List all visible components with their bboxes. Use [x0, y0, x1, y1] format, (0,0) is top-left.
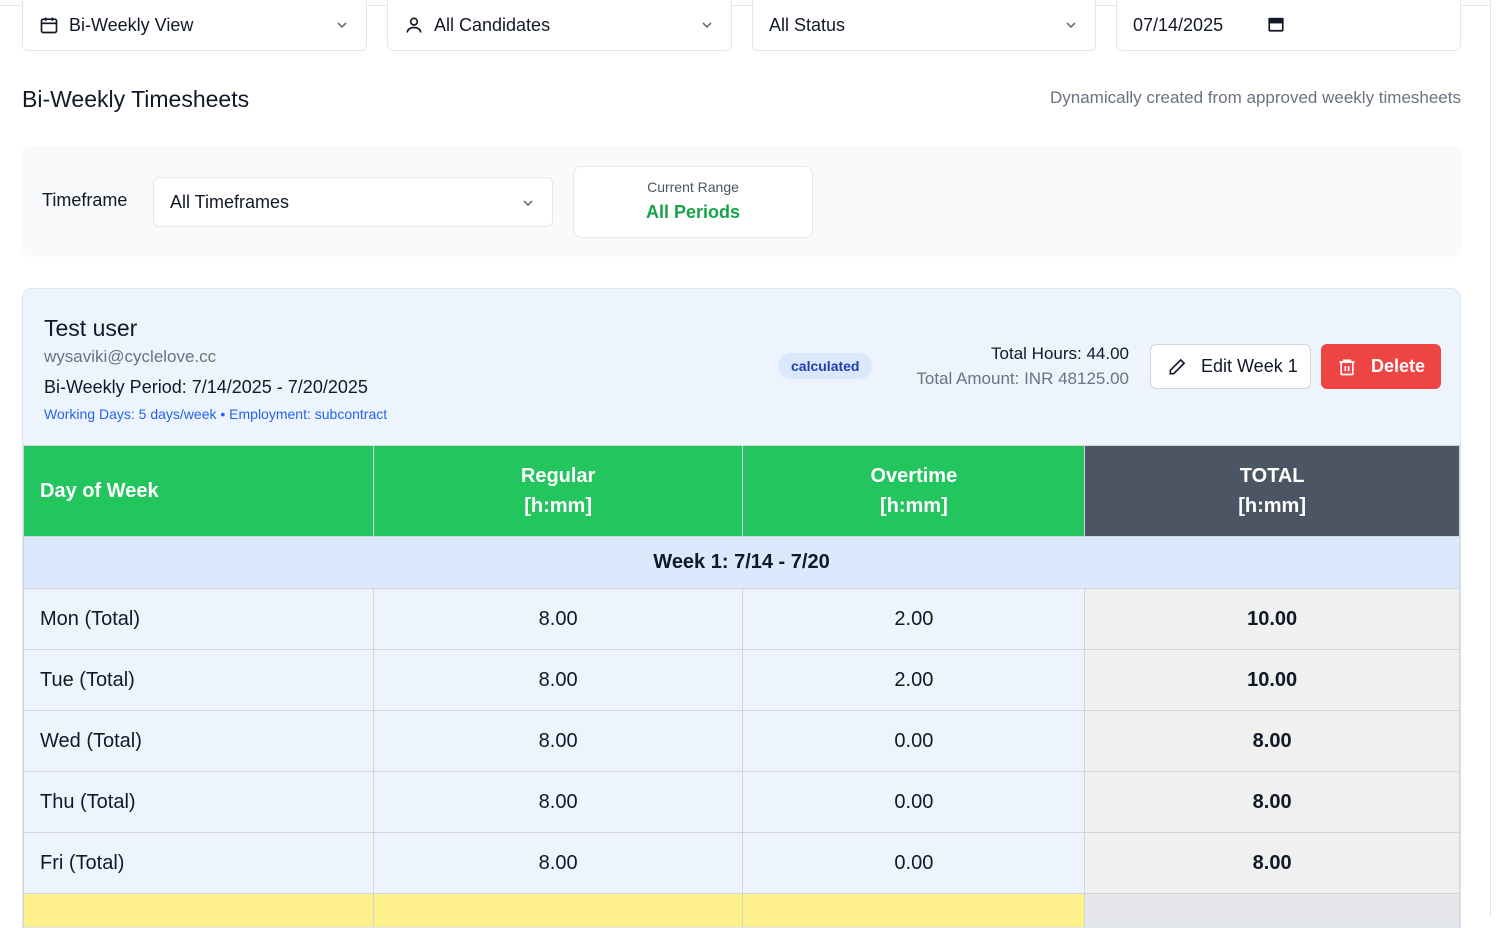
candidates-select[interactable]: All Candidates: [387, 0, 732, 51]
view-select[interactable]: Bi-Weekly View: [22, 0, 367, 51]
day-cell: Wed (Total): [24, 711, 374, 772]
trash-icon: [1337, 357, 1357, 377]
week-row: Week 1: 7/14 - 7/20: [24, 537, 1460, 589]
timeframe-panel: Timeframe All Timeframes Current Range A…: [22, 146, 1461, 257]
table-row: Mon (Total) 8.00 2.00 10.00: [24, 589, 1460, 650]
table-row: Thu (Total) 8.00 0.00 8.00: [24, 772, 1460, 833]
day-cell: Thu (Total): [24, 772, 374, 833]
week-label: Week 1: 7/14 - 7/20: [24, 537, 1460, 589]
overtime-cell: 2.00: [743, 589, 1085, 650]
scrollbar-thumb[interactable]: [1494, 0, 1499, 917]
table-row: Fri (Total) 8.00 0.00 8.00: [24, 833, 1460, 894]
regular-cell: 8.00: [373, 772, 743, 833]
total-cell: 8.00: [1085, 833, 1460, 894]
regular-cell: 8.00: [373, 711, 743, 772]
header-regular: Regular [h:mm]: [373, 446, 743, 537]
total-amount: Total Amount: INR 48125.00: [916, 369, 1129, 389]
edit-week-label: Edit Week 1: [1201, 356, 1298, 377]
header-total: TOTAL [h:mm]: [1085, 446, 1460, 537]
overtime-cell: 0.00: [743, 711, 1085, 772]
calendar-picker-icon[interactable]: [1267, 15, 1285, 33]
current-range-value: All Periods: [574, 202, 812, 223]
user-email: wysaviki@cyclelove.cc: [44, 347, 216, 367]
current-range-box: Current Range All Periods: [573, 166, 813, 238]
sum-cell: [373, 894, 743, 928]
regular-cell: 8.00: [373, 589, 743, 650]
pencil-icon: [1167, 357, 1187, 377]
calendar-icon: [39, 15, 59, 35]
date-input[interactable]: 07/14/2025: [1116, 0, 1461, 51]
date-input-value: 07/14/2025: [1133, 15, 1223, 36]
delete-label: Delete: [1371, 356, 1425, 377]
edit-week-button[interactable]: Edit Week 1: [1150, 344, 1311, 389]
status-select-label: All Status: [769, 15, 845, 36]
header-day: Day of Week: [24, 446, 374, 537]
header-overtime: Overtime [h:mm]: [743, 446, 1085, 537]
table-row: Wed (Total) 8.00 0.00 8.00: [24, 711, 1460, 772]
timeframe-label: Timeframe: [42, 190, 127, 211]
day-cell: Fri (Total): [24, 833, 374, 894]
delete-button[interactable]: Delete: [1321, 344, 1441, 389]
sum-cell: [24, 894, 374, 928]
chevron-down-icon: [1063, 17, 1079, 33]
status-select[interactable]: All Status: [752, 0, 1096, 51]
regular-cell: 8.00: [373, 650, 743, 711]
timeframe-select[interactable]: All Timeframes: [153, 177, 553, 227]
week-total-row: [24, 894, 1460, 928]
chevron-down-icon: [699, 17, 715, 33]
user-icon: [404, 15, 424, 35]
total-cell: 8.00: [1085, 711, 1460, 772]
status-badge: calculated: [778, 353, 872, 379]
candidates-select-label: All Candidates: [434, 15, 550, 36]
total-cell: 10.00: [1085, 589, 1460, 650]
header-overtime-label: Overtime: [743, 461, 1084, 491]
timesheet-card: Test user wysaviki@cyclelove.cc Bi-Weekl…: [22, 288, 1461, 928]
day-cell: Mon (Total): [24, 589, 374, 650]
header-regular-unit: [h:mm]: [374, 491, 743, 521]
filter-bar: Bi-Weekly View All Candidates All Status…: [22, 0, 1461, 51]
total-hours: Total Hours: 44.00: [991, 344, 1129, 364]
chevron-down-icon: [520, 195, 536, 211]
chevron-down-icon: [334, 17, 350, 33]
user-name: Test user: [44, 315, 137, 342]
view-select-label: Bi-Weekly View: [69, 15, 193, 36]
current-range-label: Current Range: [574, 179, 812, 195]
overtime-cell: 0.00: [743, 833, 1085, 894]
total-cell: 8.00: [1085, 772, 1460, 833]
page-title: Bi-Weekly Timesheets: [22, 86, 249, 113]
scrollbar[interactable]: [1490, 0, 1502, 917]
biweekly-period: Bi-Weekly Period: 7/14/2025 - 7/20/2025: [44, 377, 368, 398]
sum-cell: [1085, 894, 1460, 928]
header-day-label: Day of Week: [40, 480, 159, 502]
total-cell: 10.00: [1085, 650, 1460, 711]
day-cell: Tue (Total): [24, 650, 374, 711]
table-row: Tue (Total) 8.00 2.00 10.00: [24, 650, 1460, 711]
timesheet-table: Day of Week Regular [h:mm] Overtime [h:m…: [23, 445, 1460, 928]
overtime-cell: 0.00: [743, 772, 1085, 833]
sum-cell: [743, 894, 1085, 928]
page-subtitle: Dynamically created from approved weekly…: [1050, 88, 1461, 108]
header-overtime-unit: [h:mm]: [743, 491, 1084, 521]
header-total-unit: [h:mm]: [1085, 491, 1459, 521]
header-regular-label: Regular: [374, 461, 743, 491]
employment-meta: Working Days: 5 days/week • Employment: …: [44, 406, 387, 422]
regular-cell: 8.00: [373, 833, 743, 894]
timeframe-select-value: All Timeframes: [170, 192, 289, 213]
overtime-cell: 2.00: [743, 650, 1085, 711]
header-total-label: TOTAL: [1085, 461, 1459, 491]
